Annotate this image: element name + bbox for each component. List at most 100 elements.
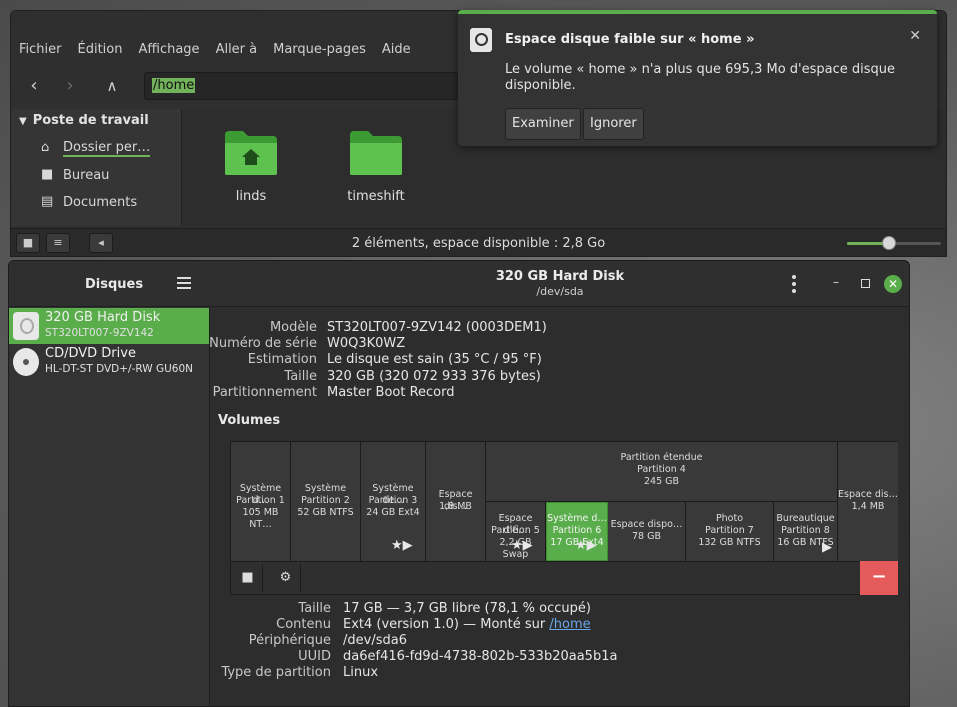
disk-device: /dev/sda — [536, 285, 584, 298]
partition-extended[interactable]: Partition étendue Partition 4 245 GB — [486, 442, 838, 502]
hamburger-menu-icon[interactable] — [177, 277, 191, 289]
detail-value: 17 GB — 3,7 GB libre (78,1 % occupé) — [343, 601, 591, 616]
sidebar-item-home[interactable]: ⌂ Dossier per… — [41, 138, 151, 158]
partition-size: 52 GB NTFS — [297, 507, 354, 518]
hard-disk-icon — [13, 312, 39, 340]
forward-button[interactable]: › — [55, 73, 85, 101]
info-key: Partitionnement — [212, 385, 317, 400]
drive-name: CD/DVD Drive — [45, 346, 136, 361]
gears-icon: ⚙ — [279, 570, 292, 585]
sidebar-item-documents[interactable]: ▤ Documents — [41, 192, 137, 212]
notification-body: Le volume « home » n'a plus que 695,3 Mo… — [505, 62, 896, 93]
drive-model: HL-DT-ST DVD+/-RW GU60N — [45, 363, 194, 375]
info-value: ST320LT007-9ZV142 (0003DEM1) — [327, 320, 547, 335]
detail-value: Ext4 (version 1.0) — Monté sur /home — [343, 617, 591, 632]
partition-7[interactable]: Photo Partition 7 132 GB NTFS — [686, 502, 774, 561]
detail-key: Périphérique — [248, 633, 331, 648]
sidebar-heading: Poste de travail — [32, 113, 149, 128]
folder-name: linds — [235, 189, 267, 204]
examine-button[interactable]: Examiner — [505, 108, 581, 140]
ignore-button[interactable]: Ignorer — [583, 108, 644, 140]
partition-size: 78 GB — [632, 531, 661, 542]
info-value: Master Boot Record — [327, 385, 455, 400]
chevron-right-icon: › — [66, 75, 74, 96]
partition-3[interactable]: Système de… Partition 3 24 GB Ext4 ★▶ — [361, 442, 426, 561]
partition-6[interactable]: Système d… Partition 6 17 GB Ext4 ★▶ — [546, 502, 608, 561]
disk-icon — [470, 28, 492, 52]
partition-5[interactable]: Espace d'é… Partition 5 2,2 GB Swap ★▶ — [486, 502, 546, 561]
menu-marque-pages[interactable]: Marque-pages — [265, 39, 374, 63]
sidebar-section-computer[interactable]: ▼ Poste de travail — [19, 113, 149, 128]
drive-item-cd-dvd[interactable]: CD/DVD Drive HL-DT-ST DVD+/-RW GU60N — [9, 344, 209, 380]
menu-fichier[interactable]: Fichier — [11, 39, 70, 63]
free-space-2[interactable]: Espace dispo… 78 GB — [608, 502, 686, 561]
info-key: Estimation — [247, 352, 317, 367]
partition-label: Bureautique — [776, 513, 835, 524]
partition-label: Espace dispo… — [610, 519, 683, 530]
back-button[interactable]: ‹ — [19, 73, 49, 101]
partition-1[interactable]: Système d… Partition 1 105 MB NT… — [231, 442, 291, 561]
zoom-slider[interactable] — [847, 236, 941, 250]
fm-sidebar: ▼ Poste de travail ⌂ Dossier per… ■ Burea… — [11, 109, 182, 226]
document-icon: ▤ — [41, 194, 54, 209]
sidebar-item-label: Bureau — [63, 167, 110, 183]
up-button[interactable]: ∧ — [97, 73, 127, 101]
location-bar[interactable]: /home — [144, 72, 464, 100]
disks-sidebar: Disques 320 GB Hard Disk ST320LT007-9ZV1… — [9, 261, 210, 706]
close-icon[interactable]: ✕ — [884, 275, 902, 293]
partition-options-button[interactable]: ⚙ — [271, 564, 301, 592]
star-mounted-icon: ★▶ — [391, 538, 413, 553]
detail-key: Type de partition — [221, 665, 331, 680]
stop-icon: ■ — [241, 570, 254, 585]
low-disk-notification: Espace disque faible sur « home » ✕ Le v… — [458, 10, 937, 146]
drive-model: ST320LT007-9ZV142 — [45, 327, 154, 339]
chevron-up-icon: ∧ — [106, 77, 118, 95]
partition-size: 24 GB Ext4 — [366, 507, 420, 518]
free-space-3[interactable]: Espace dis… 1,4 MB — [838, 442, 898, 561]
folder-linds[interactable]: linds — [211, 129, 291, 204]
partition-label: Système d… — [547, 513, 607, 524]
disks-sidebar-header: Disques — [9, 261, 210, 307]
info-value: 320 GB (320 072 933 376 bytes) — [327, 369, 541, 384]
free-space-1[interactable]: Espace dis… 1,8 MB — [426, 442, 486, 561]
optical-disc-icon — [13, 348, 39, 376]
partition-size: 1,4 MB — [851, 501, 885, 512]
sidebar-item-desktop[interactable]: ■ Bureau — [41, 165, 109, 185]
sidebar-item-label: Dossier per… — [63, 139, 151, 157]
partition-label: Partition étendue — [620, 452, 703, 463]
menu-aide[interactable]: Aide — [374, 39, 419, 63]
content-text: Ext4 (version 1.0) — Monté sur — [343, 617, 550, 632]
partition-number: Partition 2 — [301, 495, 350, 506]
menu-edition[interactable]: Édition — [70, 39, 131, 63]
star-mounted-icon: ★▶ — [575, 538, 597, 553]
minimize-icon[interactable]: – — [833, 275, 839, 289]
close-icon[interactable]: ✕ — [909, 28, 921, 44]
home-folder-icon — [223, 129, 279, 177]
menu-aller-a[interactable]: Aller à — [208, 39, 266, 63]
unmount-button[interactable]: ■ — [233, 564, 263, 592]
partition-2[interactable]: Système Partition 2 52 GB NTFS — [291, 442, 361, 561]
partition-number: Partition 6 — [552, 525, 602, 536]
partition-number: Partition 7 — [705, 525, 754, 536]
drive-name: 320 GB Hard Disk — [45, 310, 161, 325]
kebab-menu-icon[interactable] — [792, 275, 796, 293]
notification-title: Espace disque faible sur « home » — [505, 32, 755, 47]
detail-key: Taille — [298, 601, 331, 616]
drive-item-hard-disk[interactable]: 320 GB Hard Disk ST320LT007-9ZV142 — [9, 308, 209, 344]
info-key: Numéro de série — [209, 336, 317, 351]
fm-menubar: Fichier Édition Affichage Aller à Marque… — [11, 39, 419, 63]
fm-statusbar: ■ ≡ ◂ 2 éléments, espace disponible : 2,… — [11, 228, 946, 256]
partition-size: 245 GB — [643, 476, 680, 487]
status-text: 2 éléments, espace disponible : 2,8 Go — [351, 236, 606, 251]
menu-affichage[interactable]: Affichage — [130, 39, 207, 63]
partition-label: Espace dis… — [838, 489, 898, 500]
folder-timeshift[interactable]: timeshift — [336, 129, 416, 204]
mount-point-link[interactable]: /home — [549, 617, 590, 632]
maximize-icon[interactable] — [861, 279, 870, 288]
folder-icon — [348, 129, 404, 177]
delete-partition-button[interactable]: − — [860, 561, 898, 595]
disks-header: 320 GB Hard Disk /dev/sda – ✕ — [211, 261, 909, 307]
disk-title: 320 GB Hard Disk — [495, 269, 625, 284]
detail-value: da6ef416-fd9d-4738-802b-533b20aa5b1a — [343, 649, 618, 664]
partition-8[interactable]: Bureautique Partition 8 16 GB NTFS ▶ — [774, 502, 838, 561]
